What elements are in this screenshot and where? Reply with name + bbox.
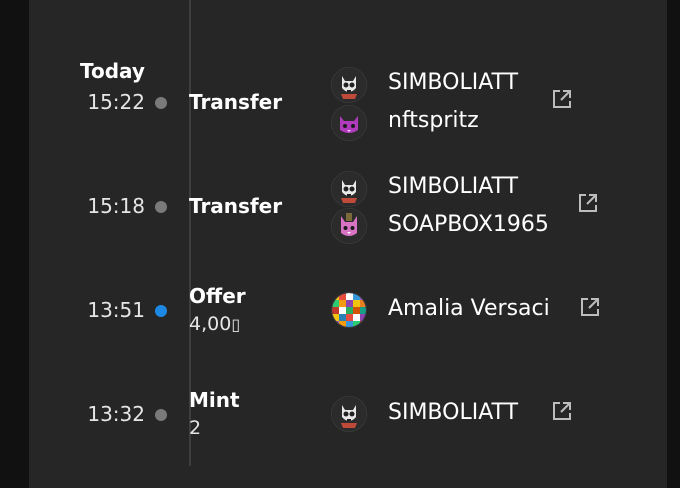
offer-amount-value: 4,00	[189, 313, 232, 335]
timeline-dot	[155, 409, 167, 421]
event-time: 15:22	[87, 90, 145, 114]
external-link-icon[interactable]	[577, 192, 599, 214]
day-label: Today	[80, 59, 145, 83]
event-type: Transfer	[189, 194, 283, 218]
offer-user-name[interactable]: Amalia Versaci	[388, 296, 550, 321]
external-link-icon[interactable]	[579, 296, 601, 318]
external-link-icon[interactable]	[551, 88, 573, 110]
to-user-name[interactable]: nftspritz	[388, 108, 479, 133]
mint-quantity: 2	[189, 417, 202, 439]
event-time: 15:18	[87, 194, 145, 218]
from-user-name[interactable]: SIMBOLIATT	[388, 70, 518, 95]
skull-cat-avatar[interactable]	[331, 396, 367, 432]
skull-cat-avatar[interactable]	[331, 171, 367, 207]
event-time: 13:32	[87, 402, 145, 426]
mosaic-avatar[interactable]	[331, 292, 367, 328]
pink-cat-avatar[interactable]	[331, 208, 367, 244]
event-type: Mint	[189, 388, 240, 412]
from-user-name[interactable]: SIMBOLIATT	[388, 174, 518, 199]
timeline-dot	[155, 97, 167, 109]
currency-icon: ▯	[231, 315, 241, 334]
event-type: Transfer	[189, 90, 283, 114]
external-link-icon[interactable]	[551, 400, 573, 422]
to-user-name[interactable]: SOAPBOX1965	[388, 212, 549, 237]
timeline-dot	[155, 201, 167, 213]
offer-amount: 4,00▯	[189, 313, 240, 335]
skull-cat-avatar[interactable]	[331, 67, 367, 103]
minter-user-name[interactable]: SIMBOLIATT	[388, 400, 518, 425]
event-time: 13:51	[87, 298, 145, 322]
purple-cat-avatar[interactable]	[331, 105, 367, 141]
timeline-dot-offer	[155, 305, 167, 317]
event-type: Offer	[189, 284, 246, 308]
